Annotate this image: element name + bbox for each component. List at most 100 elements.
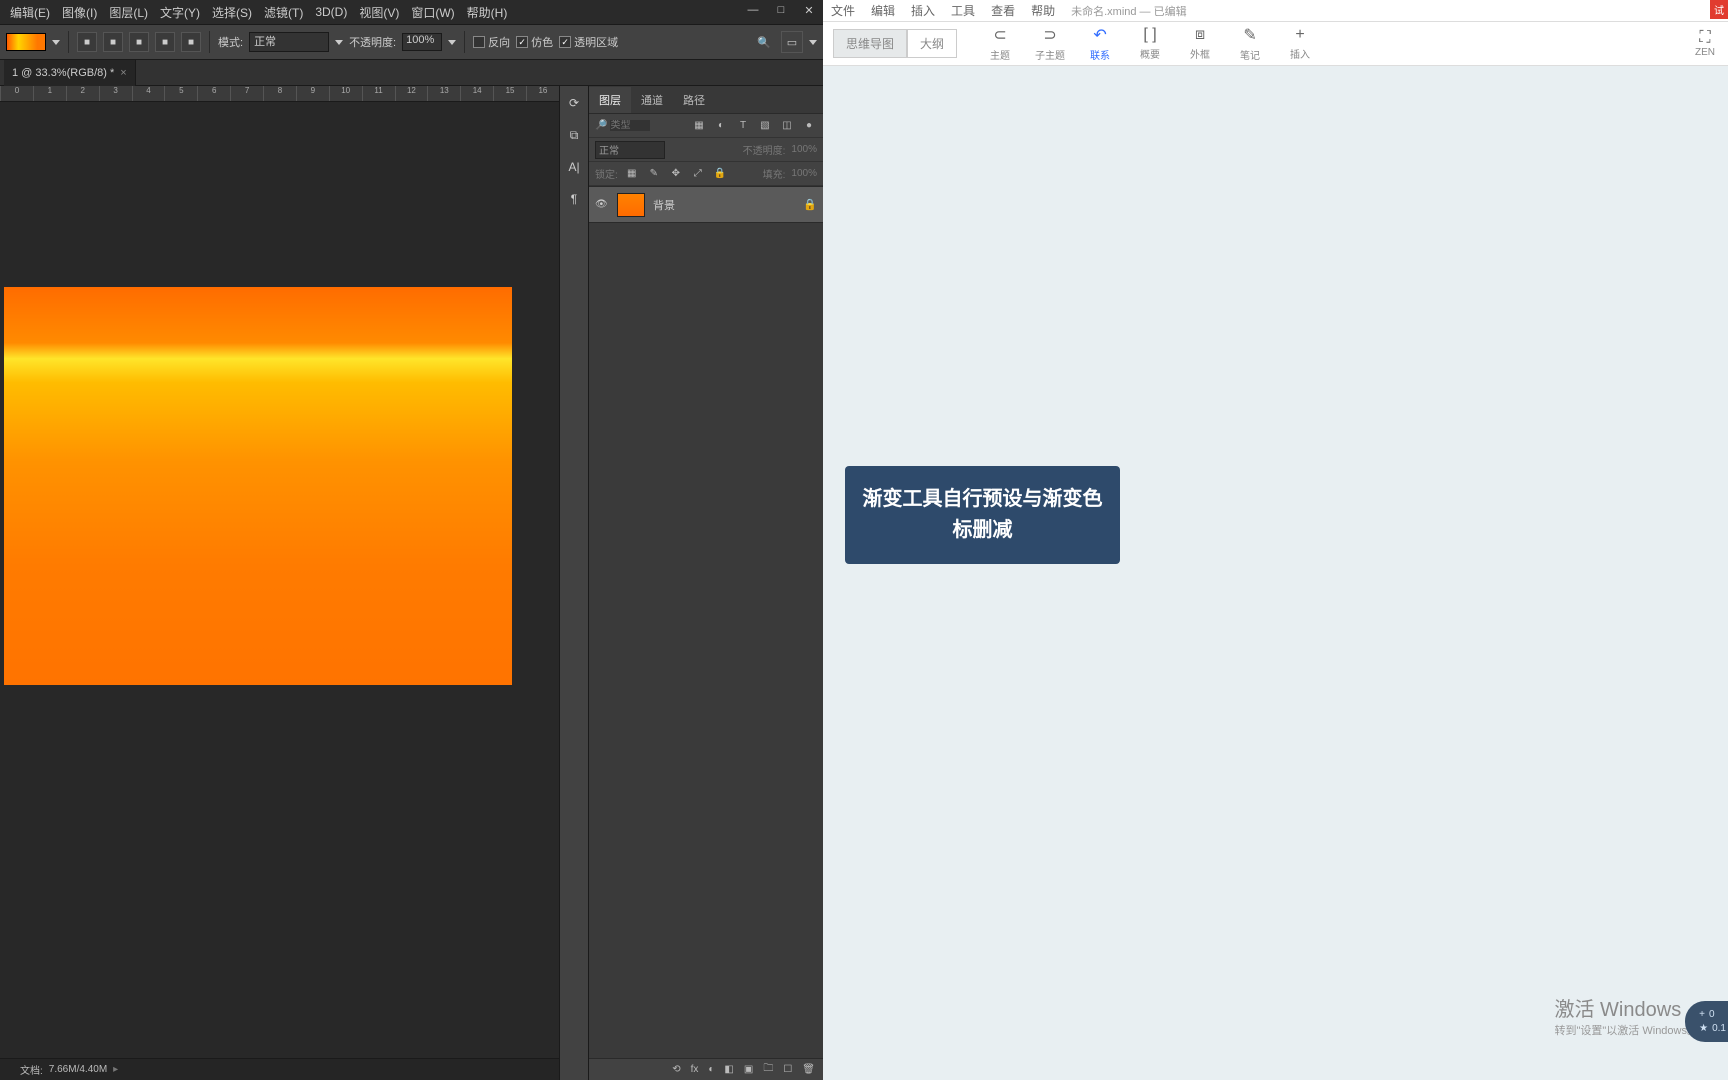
status-arrow-icon[interactable]: ▸: [113, 1064, 118, 1075]
mode-label: 模式:: [218, 34, 243, 50]
maximize-button[interactable]: □: [767, 0, 795, 20]
opacity-label: 不透明度:: [349, 34, 396, 50]
filter-toggle-icon[interactable]: ●: [801, 118, 817, 134]
menu-type[interactable]: 文字(Y): [154, 4, 206, 21]
xm-menu-help[interactable]: 帮助: [1031, 2, 1055, 19]
dither-checkbox[interactable]: 仿色: [516, 34, 553, 50]
gradient-type-reflected[interactable]: ■: [155, 32, 175, 52]
menu-filter[interactable]: 滤镜(T): [258, 4, 309, 21]
filter-adjust-icon[interactable]: ◐: [713, 118, 729, 134]
adjustment-layer-icon[interactable]: ◧: [724, 1064, 733, 1075]
tb-insert[interactable]: +插入: [1275, 26, 1325, 61]
ruler-tick: 15: [493, 86, 526, 101]
workspace-dropdown[interactable]: [809, 40, 817, 45]
trash-icon[interactable]: 🗑: [802, 1064, 815, 1075]
menu-view[interactable]: 视图(V): [353, 4, 405, 21]
menu-image[interactable]: 图像(I): [56, 4, 103, 21]
filter-pixel-icon[interactable]: ▦: [691, 118, 707, 134]
transparency-checkbox[interactable]: 透明区域: [559, 34, 618, 50]
canvas-artboard: [4, 287, 512, 685]
menu-edit[interactable]: 编辑(E): [4, 4, 56, 21]
ruler-tick: 13: [427, 86, 460, 101]
tb-zen[interactable]: ⛶ZEN: [1682, 29, 1728, 58]
layer-mask-icon[interactable]: ◐: [708, 1064, 714, 1075]
central-topic-node[interactable]: 渐变工具自行预设与渐变色标删减: [845, 466, 1120, 564]
filter-type-icon[interactable]: T: [735, 118, 751, 134]
menu-help[interactable]: 帮助(H): [461, 4, 514, 21]
layer-opacity-label: 不透明度:: [743, 142, 786, 157]
opacity-input[interactable]: 100%: [402, 33, 442, 51]
lock-image-icon[interactable]: ✎: [646, 166, 662, 182]
opacity-dropdown[interactable]: [448, 40, 456, 45]
gradient-type-angle[interactable]: ■: [129, 32, 149, 52]
filter-smart-icon[interactable]: ◫: [779, 118, 795, 134]
new-layer-icon[interactable]: 🗀: [763, 1061, 773, 1078]
gradient-type-linear[interactable]: ■: [77, 32, 97, 52]
paragraph-panel-icon[interactable]: ¶: [563, 188, 585, 210]
tab-outline[interactable]: 大纲: [907, 29, 957, 58]
minimize-button[interactable]: —: [739, 0, 767, 20]
properties-panel-icon[interactable]: ⧉: [563, 124, 585, 146]
delete-layer-icon[interactable]: ☐: [783, 1064, 792, 1075]
group-icon[interactable]: ▣: [744, 1064, 753, 1075]
layer-blend-select[interactable]: 正常: [595, 141, 665, 159]
filter-shape-icon[interactable]: ▧: [757, 118, 773, 134]
xm-menu-edit[interactable]: 编辑: [871, 2, 895, 19]
menu-layer[interactable]: 图层(L): [103, 4, 154, 21]
tb-boundary[interactable]: ⧈外框: [1175, 26, 1225, 61]
fill-value[interactable]: 100%: [791, 168, 817, 179]
tb-note[interactable]: ✎笔记: [1225, 25, 1275, 62]
layer-row-background[interactable]: 背景 🔒: [589, 187, 823, 223]
menu-3d[interactable]: 3D(D): [309, 5, 353, 19]
layer-filter-row: 🔎 ▦ ◐ T ▧ ◫ ●: [589, 114, 823, 138]
layer-opacity-value[interactable]: 100%: [791, 144, 817, 155]
xm-menu-file[interactable]: 文件: [831, 2, 855, 19]
xm-menu-insert[interactable]: 插入: [911, 2, 935, 19]
lock-all-icon[interactable]: 🔒: [712, 166, 728, 182]
zoom-plus-icon[interactable]: +: [1699, 1009, 1705, 1020]
layer-filter-input[interactable]: [610, 120, 650, 131]
workspace-switcher-icon[interactable]: ▭: [781, 31, 803, 53]
lock-artboard-icon[interactable]: ⤢: [690, 166, 706, 182]
fill-label: 填充:: [763, 166, 786, 181]
gradient-picker-dropdown[interactable]: [52, 40, 60, 45]
tab-mindmap[interactable]: 思维导图: [833, 29, 907, 58]
tb-relation[interactable]: ↶联系: [1075, 25, 1125, 62]
menu-select[interactable]: 选择(S): [206, 4, 258, 21]
reverse-checkbox[interactable]: 反向: [473, 34, 510, 50]
transparency-label: 透明区域: [574, 34, 618, 50]
reverse-label: 反向: [488, 34, 510, 50]
xm-menu-view[interactable]: 查看: [991, 2, 1015, 19]
blend-mode-dropdown[interactable]: [335, 40, 343, 45]
character-panel-icon[interactable]: A|: [563, 156, 585, 178]
layer-thumbnail[interactable]: [617, 193, 645, 217]
tb-subtopic[interactable]: ⊃子主题: [1025, 25, 1075, 62]
tab-paths[interactable]: 路径: [673, 87, 715, 113]
layer-kind-search[interactable]: 🔎: [595, 120, 685, 131]
zoom-value-1: 0: [1709, 1009, 1715, 1020]
tab-layers[interactable]: 图层: [589, 87, 631, 113]
layer-fx-icon[interactable]: fx: [691, 1064, 699, 1075]
search-icon[interactable]: 🔍: [753, 31, 775, 53]
zoom-floating-control[interactable]: +0 ★0.1: [1685, 1001, 1728, 1042]
menu-window[interactable]: 窗口(W): [405, 4, 460, 21]
tb-topic[interactable]: ⊂主题: [975, 25, 1025, 62]
history-panel-icon[interactable]: ⟳: [563, 92, 585, 114]
lock-position-icon[interactable]: ✥: [668, 166, 684, 182]
link-layers-icon[interactable]: ⟲: [672, 1064, 680, 1075]
gradient-type-radial[interactable]: ■: [103, 32, 123, 52]
gradient-swatch[interactable]: [6, 33, 46, 51]
tab-channels[interactable]: 通道: [631, 87, 673, 113]
xm-canvas[interactable]: 渐变工具自行预设与渐变色标删减 激活 Windows 转到"设置"以激活 Win…: [823, 66, 1728, 1080]
close-button[interactable]: ✕: [795, 0, 823, 20]
gradient-type-diamond[interactable]: ■: [181, 32, 201, 52]
lock-transparent-icon[interactable]: ▦: [624, 166, 640, 182]
blend-mode-select[interactable]: 正常: [249, 32, 329, 52]
zoom-star-icon[interactable]: ★: [1699, 1023, 1708, 1034]
document-tab[interactable]: 1 @ 33.3%(RGB/8) * ×: [4, 60, 136, 86]
canvas-stage[interactable]: [0, 102, 559, 1058]
close-tab-icon[interactable]: ×: [120, 67, 126, 79]
xm-menu-tools[interactable]: 工具: [951, 2, 975, 19]
visibility-eye-icon[interactable]: [595, 198, 609, 212]
tb-summary[interactable]: [ ]概要: [1125, 26, 1175, 61]
